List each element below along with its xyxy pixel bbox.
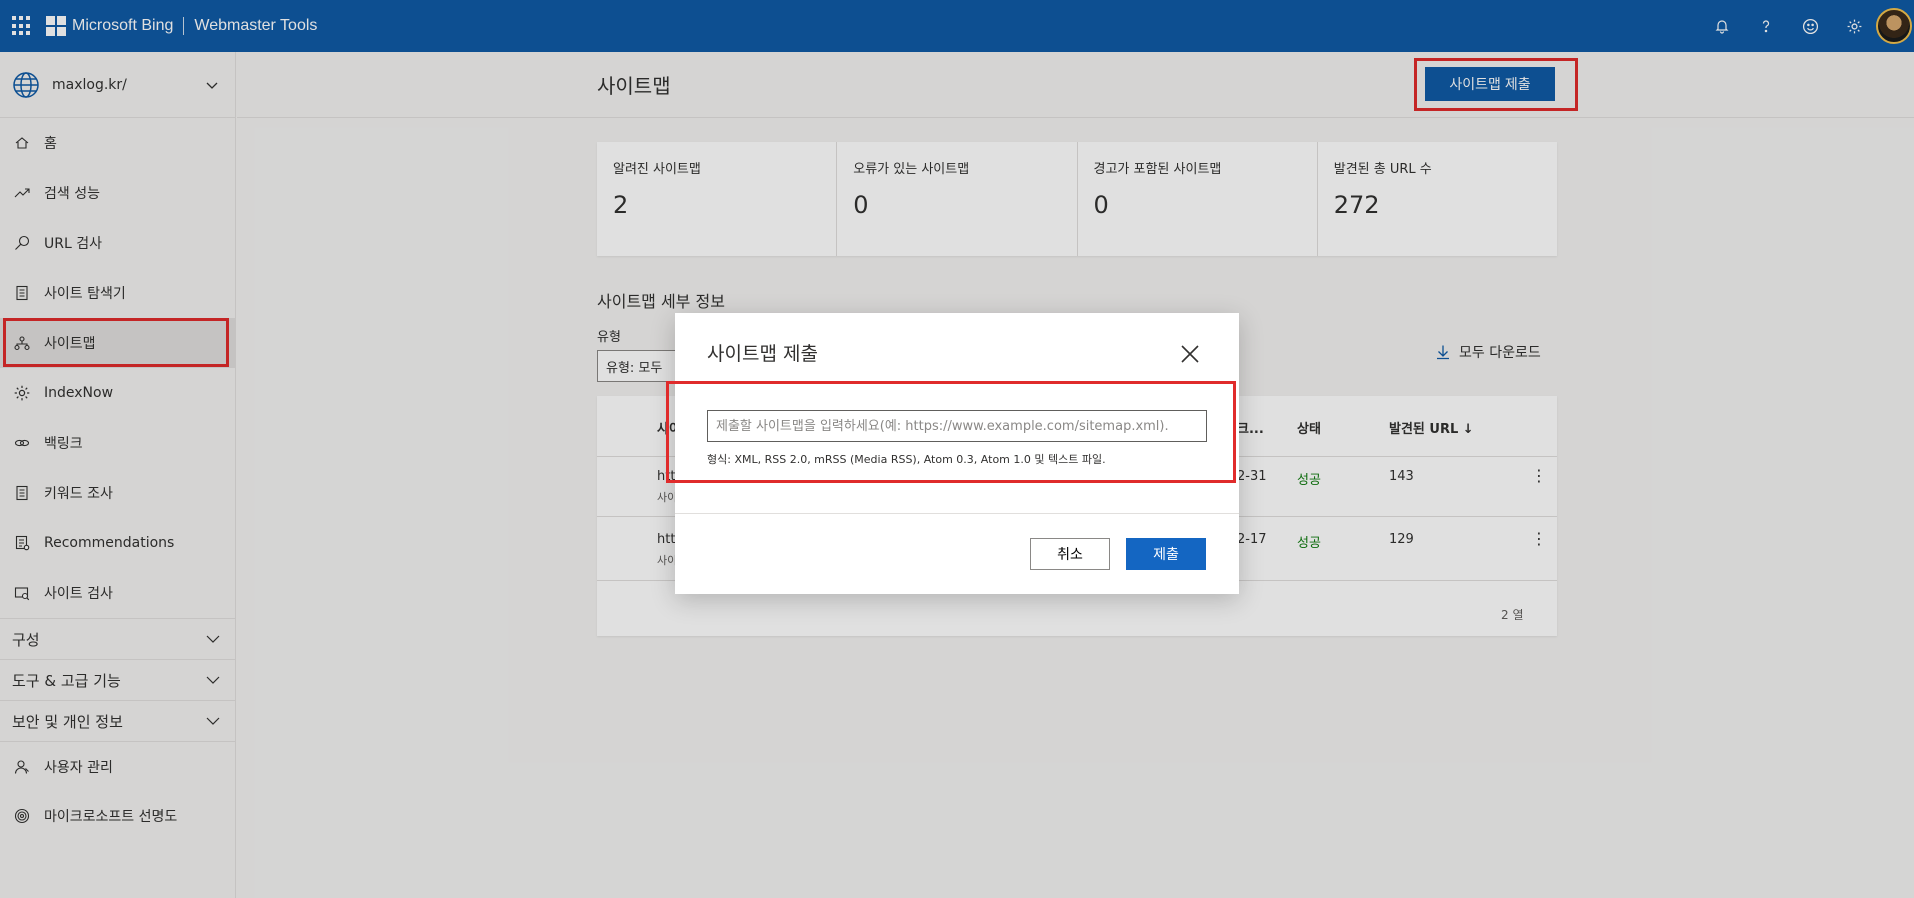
dialog-title: 사이트맵 제출	[707, 343, 818, 365]
submit-button[interactable]: 제출	[1126, 538, 1206, 570]
submit-sitemap-dialog: 사이트맵 제출 형식: XML, RSS 2.0, mRSS (Media RS…	[675, 313, 1239, 594]
dialog-divider	[675, 513, 1239, 514]
sitemap-url-input[interactable]	[707, 410, 1207, 442]
close-button[interactable]	[1179, 343, 1203, 367]
cancel-button[interactable]: 취소	[1030, 538, 1110, 570]
format-hint: 형식: XML, RSS 2.0, mRSS (Media RSS), Atom…	[707, 453, 1106, 466]
close-icon	[1181, 345, 1199, 363]
